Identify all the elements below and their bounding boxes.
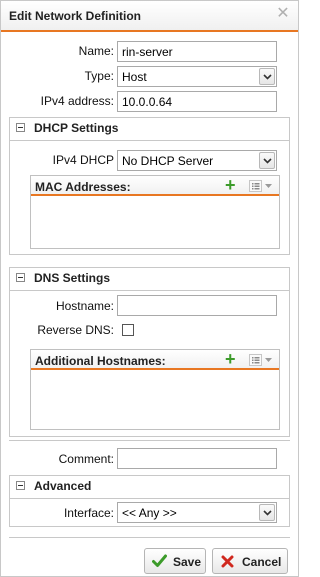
- chevron-down-icon: [259, 152, 275, 169]
- collapse-toggle-icon[interactable]: [16, 273, 25, 282]
- collapse-toggle-icon[interactable]: [16, 481, 25, 490]
- reverse-dns-checkbox[interactable]: [122, 324, 134, 336]
- hostname-label: Hostname:: [55, 299, 114, 313]
- type-select-value: Host: [122, 70, 147, 84]
- dns-section-header[interactable]: DNS Settings: [10, 268, 289, 290]
- hostnames-grid-header: Additional Hostnames: +: [31, 350, 279, 370]
- dialog-titlebar: Edit Network Definition ✕: [1, 1, 298, 32]
- mac-grid-header: MAC Addresses: +: [31, 176, 279, 196]
- checkmark-icon: [152, 554, 167, 571]
- additional-hostnames-grid: Additional Hostnames: +: [30, 349, 280, 430]
- type-select[interactable]: Host: [117, 66, 277, 87]
- chevron-down-icon: [259, 504, 275, 521]
- ipv4-label: IPv4 address:: [40, 94, 114, 108]
- hostnames-grid-title: Additional Hostnames:: [35, 354, 166, 368]
- interface-select[interactable]: << Any >>: [117, 502, 277, 523]
- cancel-button[interactable]: Cancel: [212, 548, 288, 574]
- divider: [9, 440, 290, 441]
- interface-label: Interface:: [63, 506, 114, 520]
- dhcp-section-title: DHCP Settings: [34, 121, 119, 135]
- advanced-section: Advanced Interface: << Any >>: [9, 475, 290, 527]
- save-button[interactable]: Save: [144, 548, 206, 574]
- dns-section-title: DNS Settings: [34, 271, 111, 285]
- comment-field[interactable]: [117, 448, 277, 469]
- chevron-down-icon: [259, 68, 275, 85]
- ipv4-dhcp-value: No DHCP Server: [122, 154, 214, 168]
- close-icon[interactable]: ✕: [276, 6, 290, 22]
- footer-divider: [9, 537, 290, 538]
- interface-select-value: << Any >>: [122, 506, 177, 520]
- dhcp-section: DHCP Settings IPv4 DHCP No DHCP Server M…: [9, 117, 290, 255]
- save-button-label: Save: [173, 555, 202, 569]
- add-icon[interactable]: +: [225, 350, 236, 368]
- section-divider: [10, 498, 289, 499]
- mac-addresses-grid: MAC Addresses: +: [30, 175, 280, 249]
- comment-label: Comment:: [58, 452, 114, 466]
- section-divider: [10, 140, 289, 141]
- advanced-section-header[interactable]: Advanced: [10, 476, 289, 498]
- ipv4-dhcp-select[interactable]: No DHCP Server: [117, 150, 277, 171]
- list-menu-icon[interactable]: [249, 180, 275, 192]
- collapse-toggle-icon[interactable]: [16, 123, 25, 132]
- reverse-dns-label: Reverse DNS:: [37, 323, 114, 337]
- mac-grid-title: MAC Addresses:: [35, 180, 131, 194]
- list-menu-icon[interactable]: [249, 354, 275, 366]
- cancel-button-label: Cancel: [242, 555, 282, 569]
- dhcp-section-header[interactable]: DHCP Settings: [10, 118, 289, 140]
- x-icon: [221, 555, 234, 571]
- ipv4-dhcp-label: IPv4 DHCP: [52, 153, 114, 167]
- advanced-section-title: Advanced: [34, 479, 92, 493]
- name-field[interactable]: [117, 41, 277, 62]
- add-icon[interactable]: +: [225, 176, 236, 194]
- type-label: Type:: [84, 69, 114, 83]
- name-label: Name:: [78, 44, 114, 58]
- ipv4-field[interactable]: [117, 91, 277, 112]
- dialog-title: Edit Network Definition: [9, 9, 141, 23]
- hostname-field[interactable]: [117, 295, 277, 316]
- dns-section: DNS Settings Hostname: Reverse DNS: Addi…: [9, 267, 290, 437]
- edit-network-dialog: Edit Network Definition ✕ Name: Type: Ho…: [0, 0, 299, 577]
- section-divider: [10, 290, 289, 291]
